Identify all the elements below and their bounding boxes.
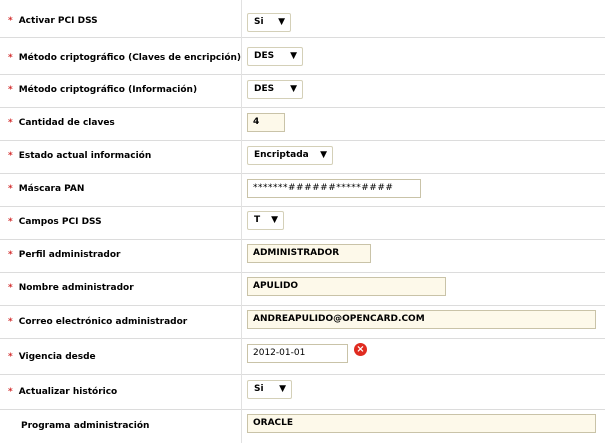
chevron-down-icon: ▼ bbox=[279, 384, 286, 394]
select-value: DES bbox=[254, 84, 275, 94]
field-label: * Nombre administrador bbox=[8, 282, 134, 294]
column-divider bbox=[241, 338, 242, 374]
required-marker: * bbox=[8, 387, 13, 397]
field-label: * Correo electrónico administrador bbox=[8, 316, 187, 328]
form-row-programa-administracion: Programa administración ORACLE bbox=[0, 409, 605, 443]
form-row-nombre-administrador: * Nombre administrador APULIDO bbox=[0, 272, 605, 306]
column-divider bbox=[241, 409, 242, 443]
form-row-cantidad-claves: * Cantidad de claves 4 bbox=[0, 107, 605, 141]
label-text: Campos PCI DSS bbox=[18, 217, 102, 227]
column-divider bbox=[241, 239, 242, 272]
required-marker: * bbox=[8, 217, 13, 227]
select-value: DES bbox=[254, 51, 275, 61]
required-marker: * bbox=[8, 85, 13, 95]
clear-x-icon[interactable]: × bbox=[354, 343, 367, 356]
form-row-activar-pci: * Activar PCI DSS Si ▼ bbox=[0, 0, 605, 38]
column-divider bbox=[241, 374, 242, 409]
perfil-administrador-input[interactable]: ADMINISTRADOR bbox=[247, 244, 371, 263]
select-value: Encriptada bbox=[254, 150, 309, 160]
required-marker: * bbox=[8, 352, 13, 362]
required-marker: * bbox=[8, 16, 13, 26]
column-divider bbox=[241, 37, 242, 74]
metodo-claves-select[interactable]: DES ▼ bbox=[247, 47, 303, 66]
label-text: Cantidad de claves bbox=[18, 118, 115, 128]
required-marker: * bbox=[8, 317, 13, 327]
required-marker: * bbox=[8, 283, 13, 293]
field-label: * Método criptográfico (Información) bbox=[8, 84, 197, 96]
required-marker: * bbox=[8, 184, 13, 194]
estado-informacion-select[interactable]: Encriptada ▼ bbox=[247, 146, 333, 165]
form-row-correo-administrador: * Correo electrónico administrador ANDREA… bbox=[0, 305, 605, 339]
label-text: Nombre administrador bbox=[18, 283, 134, 293]
metodo-informacion-select[interactable]: DES ▼ bbox=[247, 80, 303, 99]
column-divider bbox=[241, 206, 242, 239]
chevron-down-icon: ▼ bbox=[271, 215, 278, 225]
field-label: * Perfil administrador bbox=[8, 249, 120, 261]
chevron-down-icon: ▼ bbox=[278, 17, 285, 27]
label-text: Vigencia desde bbox=[18, 352, 96, 362]
column-divider bbox=[241, 74, 242, 107]
select-value: Si bbox=[254, 384, 264, 394]
field-label: * Estado actual información bbox=[8, 150, 151, 162]
label-text: Correo electrónico administrador bbox=[18, 317, 188, 327]
field-label: Programa administración bbox=[8, 420, 149, 432]
form-row-vigencia-desde: * Vigencia desde 2012-01-01 × bbox=[0, 338, 605, 375]
field-label: * Máscara PAN bbox=[8, 183, 84, 195]
required-marker: * bbox=[8, 151, 13, 161]
column-divider bbox=[241, 0, 242, 37]
cantidad-claves-input[interactable]: 4 bbox=[247, 113, 285, 132]
select-value: T bbox=[254, 215, 261, 225]
correo-administrador-input[interactable]: ANDREAPULIDO@OPENCARD.COM bbox=[247, 310, 596, 329]
actualizar-historico-select[interactable]: Si ▼ bbox=[247, 380, 292, 399]
form-row-metodo-claves: * Método criptográfico (Claves de encripc… bbox=[0, 37, 605, 75]
label-text: Máscara PAN bbox=[18, 184, 85, 194]
label-text: Programa administración bbox=[21, 421, 150, 431]
form-row-mascara-pan: * Máscara PAN *******######*****#### bbox=[0, 173, 605, 207]
field-label: * Campos PCI DSS bbox=[8, 216, 102, 228]
select-value: Si bbox=[254, 17, 264, 27]
field-label: * Activar PCI DSS bbox=[8, 15, 98, 27]
chevron-down-icon: ▼ bbox=[320, 150, 327, 160]
nombre-administrador-input[interactable]: APULIDO bbox=[247, 277, 446, 296]
field-label: * Actualizar histórico bbox=[8, 386, 117, 398]
column-divider bbox=[241, 272, 242, 305]
required-marker: * bbox=[8, 118, 13, 128]
column-divider bbox=[241, 305, 242, 338]
column-divider bbox=[241, 173, 242, 206]
chevron-down-icon: ▼ bbox=[290, 84, 297, 94]
required-marker: * bbox=[8, 53, 13, 63]
mascara-pan-input[interactable]: *******######*****#### bbox=[247, 179, 421, 198]
form-row-actualizar-historico: * Actualizar histórico Si ▼ bbox=[0, 374, 605, 410]
campos-pci-select[interactable]: T ▼ bbox=[247, 211, 284, 230]
label-text: Perfil administrador bbox=[18, 250, 121, 260]
vigencia-desde-date-input[interactable]: 2012-01-01 bbox=[247, 344, 348, 363]
activar-pci-select[interactable]: Si ▼ bbox=[247, 13, 291, 32]
chevron-down-icon: ▼ bbox=[290, 51, 297, 61]
label-text: Método criptográfico (Claves de encripci… bbox=[18, 53, 242, 63]
field-label: * Cantidad de claves bbox=[8, 117, 115, 129]
column-divider bbox=[241, 140, 242, 173]
field-label: * Método criptográfico (Claves de encripc… bbox=[8, 52, 241, 64]
label-text: Actualizar histórico bbox=[18, 387, 118, 397]
form-row-metodo-informacion: * Método criptográfico (Información) DES ▼ bbox=[0, 74, 605, 108]
column-divider bbox=[241, 107, 242, 140]
programa-administracion-input[interactable]: ORACLE bbox=[247, 414, 596, 433]
form-row-campos-pci: * Campos PCI DSS T ▼ bbox=[0, 206, 605, 240]
label-text: Método criptográfico (Información) bbox=[18, 85, 198, 95]
form-row-perfil-administrador: * Perfil administrador ADMINISTRADOR bbox=[0, 239, 605, 273]
form-row-estado-informacion: * Estado actual información Encriptada ▼ bbox=[0, 140, 605, 174]
required-marker: * bbox=[8, 250, 13, 260]
label-text: Activar PCI DSS bbox=[18, 16, 98, 26]
field-label: * Vigencia desde bbox=[8, 351, 96, 363]
label-text: Estado actual información bbox=[18, 151, 152, 161]
